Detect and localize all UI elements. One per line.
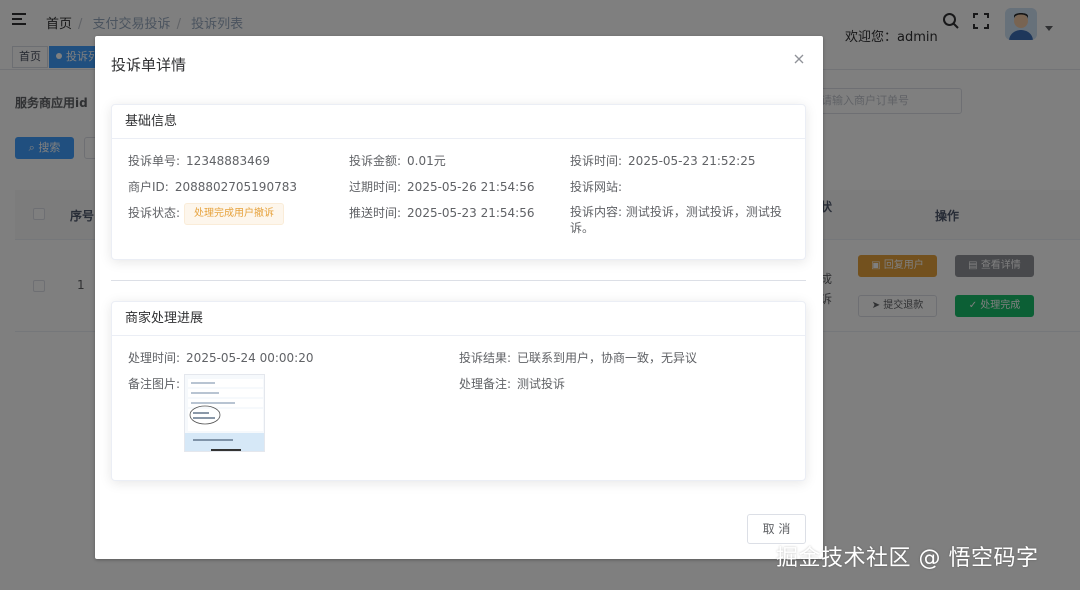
handle-remark-field: 处理备注: 测试投诉: [459, 377, 566, 391]
status-badge: 处理完成用户撤诉: [184, 203, 284, 225]
push-time-field: 推送时间: 2025-05-23 21:54:56: [349, 206, 535, 220]
result-field: 投诉结果: 已联系到用户，协商一致，无异议: [459, 351, 698, 365]
close-icon[interactable]: [792, 52, 808, 68]
complaint-content-field: 投诉内容: 测试投诉，测试投诉，测试投诉。: [570, 205, 782, 235]
watermark: 掘金技术社区 @ 悟空码字: [776, 546, 1039, 571]
complaint-no-field: 投诉单号: 12348883469: [128, 154, 271, 168]
expire-time-field: 过期时间: 2025-05-26 21:54:56: [349, 180, 535, 194]
section-divider: [111, 280, 806, 281]
dialog-title: 投诉单详情: [111, 56, 187, 74]
basic-info-header: 基础信息: [112, 105, 805, 139]
merchant-progress-card: 商家处理进展 处理时间: 2025-05-24 00:00:20 投诉结果: 已联系…: [111, 301, 806, 481]
complaint-time-field: 投诉时间: 2025-05-23 21:52:25: [570, 154, 756, 168]
complaint-site-field: 投诉网站:: [570, 180, 623, 194]
remark-image-label: 备注图片:: [128, 377, 181, 391]
basic-info-card: 基础信息 投诉单号: 12348883469 投诉金额: 0.01元 投诉时间: 20…: [111, 104, 806, 260]
handle-time-field: 处理时间: 2025-05-24 00:00:20: [128, 351, 314, 365]
merchant-id-field: 商户ID: 2088802705190783: [128, 180, 297, 194]
progress-header: 商家处理进展: [112, 302, 805, 336]
amount-field: 投诉金额: 0.01元: [349, 154, 446, 168]
complaint-status-label: 投诉状态:: [128, 206, 181, 220]
complaint-detail-dialog: 投诉单详情 基础信息 投诉单号: 12348883469 投诉金额: 0.01元 投…: [95, 36, 823, 559]
remark-image-thumbnail[interactable]: [184, 374, 265, 452]
